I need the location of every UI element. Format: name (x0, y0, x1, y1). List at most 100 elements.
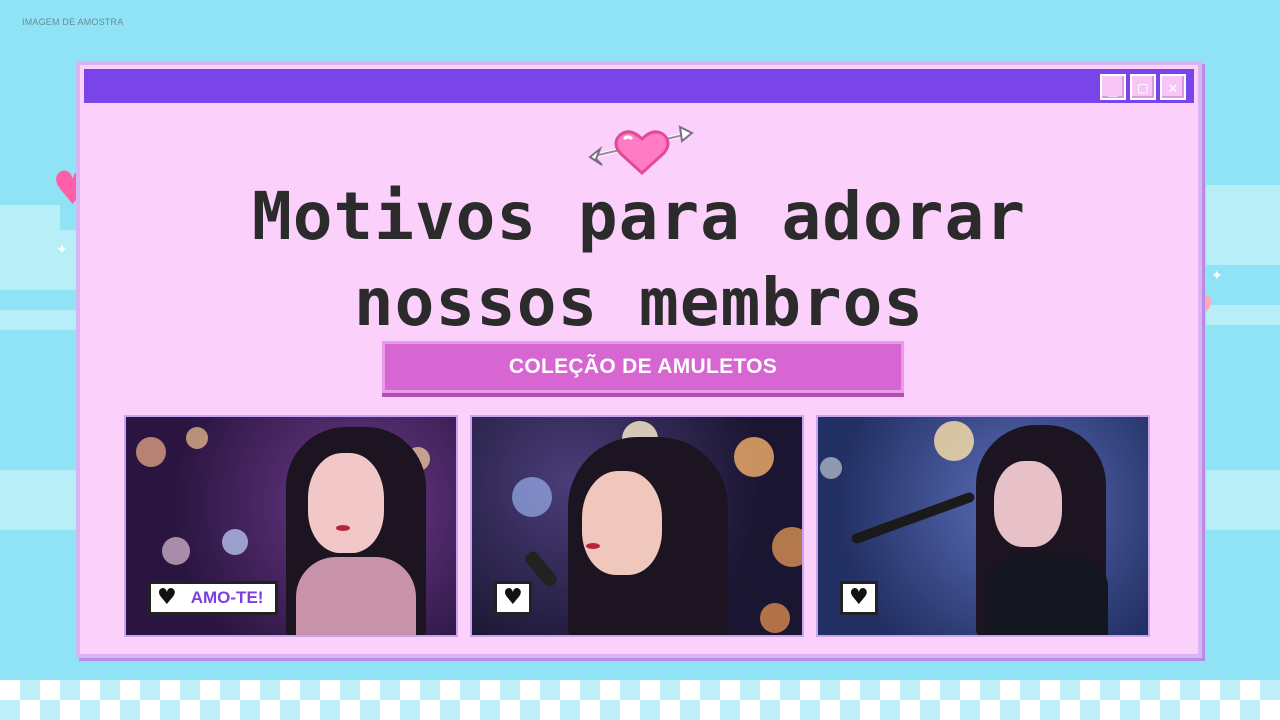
checker-tile (1120, 680, 1140, 700)
checker-tile (140, 700, 160, 720)
checker-tile (1080, 700, 1100, 720)
checker-tile (640, 700, 660, 720)
checker-tile (760, 700, 780, 720)
checker-tile (1020, 700, 1040, 720)
checker-tile (920, 700, 940, 720)
checker-tile (700, 700, 720, 720)
checker-tile (720, 700, 740, 720)
love-badge: ♥ (494, 581, 532, 615)
checker-tile (300, 700, 320, 720)
checker-tile (740, 700, 760, 720)
checker-tile (60, 680, 80, 700)
checker-tile (440, 680, 460, 700)
checker-tile (920, 680, 940, 700)
checker-tile (1060, 680, 1080, 700)
minimize-button[interactable]: _ (1100, 74, 1126, 100)
checker-tile (260, 680, 280, 700)
checker-tile (280, 700, 300, 720)
checker-tile (60, 700, 80, 720)
heart-icon: ♥ (157, 585, 177, 610)
checker-tile (440, 700, 460, 720)
checker-tile (1200, 700, 1220, 720)
checker-tile (100, 700, 120, 720)
retro-window: _ □ ✕ Motivos para adorar nossos membros… (76, 61, 1202, 658)
member-photo-card[interactable]: ♥ (470, 415, 804, 637)
checker-tile (660, 700, 680, 720)
checker-tile (480, 700, 500, 720)
checker-tile (620, 680, 640, 700)
checker-tile (100, 680, 120, 700)
checker-tile (160, 680, 180, 700)
cloud-right-band (1206, 305, 1280, 325)
checker-tile (1180, 700, 1200, 720)
maximize-button[interactable]: □ (1130, 74, 1156, 100)
checker-tile (1240, 680, 1260, 700)
checker-tile (120, 680, 140, 700)
checker-tile (1060, 700, 1080, 720)
checker-tile (540, 680, 560, 700)
page-title-line2: nossos membros (353, 264, 925, 341)
checker-tile (1220, 700, 1240, 720)
checker-tile (460, 700, 480, 720)
checker-tile (600, 680, 620, 700)
badge-label: AMO-TE! (190, 588, 264, 607)
checker-tile (80, 680, 100, 700)
checker-tile (660, 680, 680, 700)
heart-arrow-icon (588, 125, 694, 176)
checker-tile (320, 700, 340, 720)
checker-tile (480, 680, 500, 700)
watermark: IMAGEM DE AMOSTRA (22, 17, 124, 27)
checker-tile (1260, 680, 1280, 700)
checker-tile (740, 680, 760, 700)
checker-tile (360, 680, 380, 700)
checker-tile (500, 700, 520, 720)
checker-tile (200, 680, 220, 700)
cloud-right (1206, 185, 1280, 265)
checker-tile (1020, 680, 1040, 700)
checker-tile (940, 680, 960, 700)
checker-tile (820, 700, 840, 720)
collection-button[interactable]: COLEÇÃO DE AMULETOS (382, 341, 904, 393)
checker-tile (320, 680, 340, 700)
checker-tile (460, 680, 480, 700)
checker-tile (880, 700, 900, 720)
checker-tile (220, 700, 240, 720)
window-titlebar: _ □ ✕ (84, 69, 1194, 103)
checker-tile (420, 680, 440, 700)
checker-tile (520, 680, 540, 700)
checker-tile (680, 700, 700, 720)
member-photo-card[interactable]: ♥ AMO-TE! (124, 415, 458, 637)
checker-tile (1040, 700, 1060, 720)
checker-tile (800, 680, 820, 700)
checker-tile (120, 700, 140, 720)
close-button[interactable]: ✕ (1160, 74, 1186, 100)
member-photo-card[interactable]: ♥ (816, 415, 1150, 637)
checker-tile (140, 680, 160, 700)
checker-tile (380, 680, 400, 700)
checker-tile (1140, 680, 1160, 700)
checker-tile (840, 680, 860, 700)
checker-tile (560, 680, 580, 700)
checker-tile (1160, 700, 1180, 720)
checker-tile (1160, 680, 1180, 700)
checker-tile (200, 700, 220, 720)
checker-tile (680, 680, 700, 700)
checker-tile (260, 700, 280, 720)
checker-floor-bottom (0, 700, 1280, 720)
checker-tile (80, 700, 100, 720)
checker-tile (560, 700, 580, 720)
checker-tile (180, 700, 200, 720)
checker-tile (700, 680, 720, 700)
checker-tile (240, 680, 260, 700)
checker-tile (1180, 680, 1200, 700)
heart-icon: ♥ (849, 585, 869, 610)
cloud-right-low (1206, 470, 1280, 530)
checker-tile (780, 680, 800, 700)
checker-tile (1040, 680, 1060, 700)
checker-tile (20, 700, 40, 720)
cloud-left-2 (0, 230, 76, 290)
checker-tile (1000, 700, 1020, 720)
checker-tile (1120, 700, 1140, 720)
checker-tile (540, 700, 560, 720)
checker-tile (400, 700, 420, 720)
